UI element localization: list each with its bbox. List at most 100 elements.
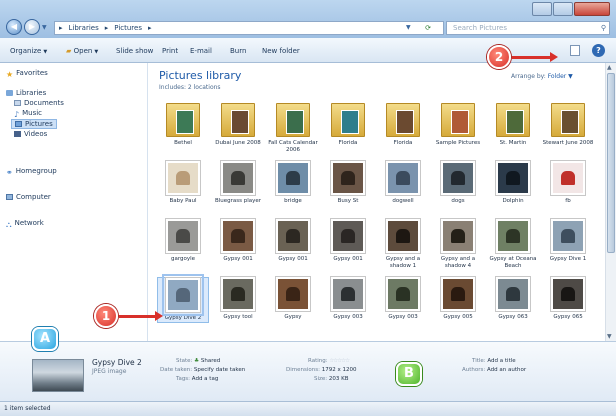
preview-pane-icon[interactable] — [570, 45, 580, 56]
scroll-thumb[interactable] — [607, 73, 615, 253]
photo-thumbnail — [551, 277, 585, 311]
nav-homegroup[interactable]: ⚭ Homegroup — [6, 167, 57, 177]
folder-item[interactable]: Sample Pictures — [432, 103, 484, 147]
item-label: Gypsy 005 — [443, 314, 473, 320]
rating-stars-icon[interactable]: ☆☆☆☆☆ — [329, 358, 350, 364]
authors-field[interactable]: Authors: Add an author — [462, 367, 526, 373]
chevron-down-icon: ▼ — [94, 49, 99, 55]
state-field: State: ♣ Shared — [176, 358, 221, 364]
folder-item[interactable]: Bethel — [157, 103, 209, 147]
date-taken-field[interactable]: Date taken: Specify date taken — [160, 367, 245, 373]
folder-item[interactable]: Florida — [322, 103, 374, 147]
photo-item[interactable]: Bluegrass player — [212, 161, 264, 205]
open-button[interactable]: ▰ Open ▼ — [66, 44, 98, 58]
photo-item[interactable]: Gypsy 003 — [377, 277, 429, 321]
item-label: Dolphin — [502, 198, 524, 204]
photo-item[interactable]: Gypsy 065 — [542, 277, 594, 321]
folder-item[interactable]: Fall Cats Calendar 2006 — [267, 103, 319, 154]
folder-item[interactable]: Stewart June 2008 — [542, 103, 594, 147]
address-dropdown[interactable]: ▼ — [406, 24, 411, 31]
vertical-scrollbar[interactable]: ▲ ▼ — [605, 63, 616, 341]
photo-item[interactable]: bridge — [267, 161, 319, 205]
photo-item[interactable]: Gypsy 001 — [322, 219, 374, 263]
item-label: Gypsy 003 — [388, 314, 418, 320]
photo-item[interactable]: gargoyle — [157, 219, 209, 263]
rating-field[interactable]: Rating: ☆☆☆☆☆ — [308, 358, 350, 364]
organize-button[interactable]: Organize ▼ — [10, 44, 47, 58]
item-label: Gypsy Dive 2 — [164, 315, 202, 321]
refresh-icon[interactable]: ⟳ — [418, 22, 438, 34]
photo-item[interactable]: Gypsy 001 — [212, 219, 264, 263]
folder-item[interactable]: St. Martin — [487, 103, 539, 147]
search-input[interactable]: Search Pictures ⚲ — [446, 21, 610, 35]
photo-item[interactable]: Gypsy 063 — [487, 277, 539, 321]
address-bar[interactable]: ▸ Libraries ▸ Pictures ▸ — [54, 21, 444, 35]
photo-item[interactable]: dogs — [432, 161, 484, 205]
folder-icon — [551, 103, 585, 137]
photo-item[interactable]: Gypsy tool — [212, 277, 264, 321]
breadcrumb-item[interactable]: Pictures — [114, 22, 142, 34]
nav-favorites[interactable]: ★ Favorites — [6, 69, 48, 79]
breadcrumb-item[interactable]: Libraries — [69, 22, 99, 34]
library-locations-link[interactable]: Includes: 2 locations — [159, 84, 221, 91]
photo-item[interactable]: Gypsy 001 — [267, 219, 319, 263]
slideshow-button[interactable]: Slide show — [116, 44, 153, 58]
item-label: Dubai June 2008 — [215, 140, 261, 146]
title-field[interactable]: Title: Add a title — [472, 358, 516, 364]
photo-item[interactable]: dogwell — [377, 161, 429, 205]
search-icon[interactable]: ⚲ — [601, 22, 606, 34]
new-folder-button[interactable]: New folder — [262, 44, 300, 58]
photo-item[interactable]: fb — [542, 161, 594, 205]
photo-item[interactable]: Baby Paul — [157, 161, 209, 205]
photo-thumbnail — [221, 277, 255, 311]
item-label: Gypsy tool — [223, 314, 253, 320]
photo-item[interactable]: Gypsy and a shadow 1 — [377, 219, 429, 270]
recent-pages-dropdown[interactable]: ▼ — [42, 24, 47, 31]
photo-thumbnail — [496, 161, 530, 195]
item-label: Stewart June 2008 — [542, 140, 594, 146]
photo-item[interactable]: Gypsy and a shadow 4 — [432, 219, 484, 270]
photo-item[interactable]: Gypsy 003 — [322, 277, 374, 321]
computer-icon — [6, 194, 13, 200]
folder-icon — [496, 103, 530, 137]
maximize-button[interactable] — [553, 2, 573, 16]
photo-item[interactable]: Gypsy 005 — [432, 277, 484, 321]
photo-item[interactable]: Gypsy — [267, 277, 319, 321]
back-button[interactable]: ◀ — [6, 19, 22, 35]
burn-button[interactable]: Burn — [230, 44, 246, 58]
print-button[interactable]: Print — [162, 44, 178, 58]
item-label: Bethel — [174, 140, 192, 146]
close-button[interactable] — [574, 2, 610, 16]
nav-libraries[interactable]: Libraries — [6, 89, 46, 97]
tags-field[interactable]: Tags: Add a tag — [176, 376, 218, 382]
folder-icon — [386, 103, 420, 137]
item-label: Sample Pictures — [435, 140, 481, 146]
nav-music[interactable]: ♪ Music — [14, 109, 42, 119]
help-icon[interactable]: ? — [592, 44, 605, 57]
back-arrow-icon: ◀ — [10, 22, 18, 31]
nav-network[interactable]: ⛬ Network — [6, 219, 44, 229]
scroll-up-icon[interactable]: ▲ — [607, 64, 612, 71]
photo-thumbnail — [496, 277, 530, 311]
folder-item[interactable]: Dubai June 2008 — [212, 103, 264, 147]
callout-1-arrow — [119, 311, 163, 321]
photo-thumbnail — [386, 161, 420, 195]
nav-videos[interactable]: Videos — [14, 130, 47, 138]
minimize-button[interactable] — [532, 2, 552, 16]
item-label: fb — [565, 198, 571, 204]
nav-computer[interactable]: Computer — [6, 193, 51, 201]
photo-item[interactable]: Busy St — [322, 161, 374, 205]
forward-button[interactable]: ▶ — [24, 19, 40, 35]
nav-documents[interactable]: Documents — [14, 99, 64, 107]
photo-item[interactable]: Gypsy at Oceana Beach — [487, 219, 539, 270]
folder-item[interactable]: Florida — [377, 103, 429, 147]
scroll-down-icon[interactable]: ▼ — [607, 333, 612, 340]
details-pane: Gypsy Dive 2 JPEG image State: ♣ Shared … — [0, 341, 616, 401]
email-button[interactable]: E-mail — [190, 44, 212, 58]
photo-item[interactable]: Gypsy Dive 1 — [542, 219, 594, 263]
item-label: Baby Paul — [169, 198, 197, 204]
photo-item[interactable]: Gypsy Dive 2 — [157, 274, 209, 323]
arrange-by-dropdown[interactable]: Folder ▼ — [548, 73, 573, 80]
photo-item[interactable]: Dolphin — [487, 161, 539, 205]
nav-pictures[interactable]: Pictures — [11, 119, 57, 129]
